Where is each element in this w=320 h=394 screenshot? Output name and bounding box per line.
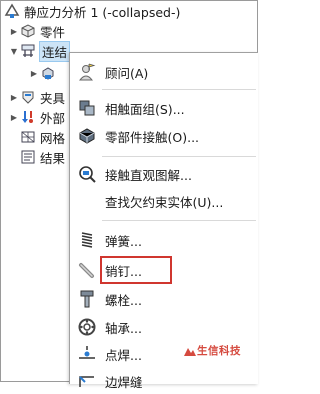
menu-item-bearing[interactable]: 轴承... [70,314,258,340]
edge-weld-icon [76,370,98,392]
component-contact-icon [76,125,98,147]
tree-item-fixtures[interactable]: ▶ 夹具 [9,87,65,107]
connections-icon [19,43,37,59]
tree-item-label: 夹具 [40,90,66,106]
menu-item-label: 接触直观图解... [105,167,192,183]
advisor-icon [76,61,98,83]
expand-arrow-icon[interactable]: ▶ [9,27,19,36]
pin-icon [76,259,98,281]
menu-item-label: 相触面组(S)... [105,101,185,117]
tree-item-label: 网格 [40,130,66,146]
context-menu: 顾问(A) 相触面组(S)... 零部件接触(O)... 接触直观图解... 查… [69,52,258,390]
tree-item-external-loads[interactable]: ▶ 外部 [9,107,65,127]
menu-separator [102,220,256,221]
menu-item-contact-visualization[interactable]: 接触直观图解... [70,161,258,187]
expand-arrow-icon[interactable]: ▶ [9,93,19,102]
menu-item-component-contact[interactable]: 零部件接触(O)... [70,123,258,149]
watermark-text: 生信科技 [197,345,241,357]
tree-item-mesh[interactable]: 网格 [9,127,65,147]
results-icon [19,149,37,165]
menu-separator [102,89,256,90]
menu-item-spring[interactable]: 弹簧... [70,227,258,253]
tree-item-label: 结果 [40,150,66,166]
menu-item-label: 螺栓... [105,292,142,308]
tree-item-label: 外部 [40,110,66,126]
menu-item-label: 查找欠约束实体(U)... [105,194,224,210]
menu-item-label: 零部件接触(O)... [105,129,200,145]
menu-item-label: 点焊... [105,347,142,363]
menu-item-label: 轴承... [105,320,142,336]
external-loads-icon [19,109,37,125]
menu-separator [102,156,256,157]
window-frame: 静应力分析 1 (-collapsed-) ▶ 零件 ▼ 连结 ▶ ▶ 夹具 ▶… [0,0,258,390]
highlight-box [100,256,172,284]
tree-row-study[interactable]: 静应力分析 1 (-collapsed-) [3,1,180,21]
contact-visualization-icon [76,163,98,185]
expand-arrow-icon[interactable]: ▶ [29,69,39,78]
fixtures-icon [19,89,37,105]
watermark-logo-icon [184,347,196,356]
study-icon [3,3,21,19]
spot-weld-icon [76,343,98,365]
menu-item-label: 顾问(A) [105,65,149,81]
menu-item-bolt[interactable]: 螺栓... [70,286,258,312]
menu-item-advisor[interactable]: 顾问(A) [70,59,258,85]
tree-item-results[interactable]: 结果 [9,147,65,167]
component-contact-icon [39,65,57,81]
tree-item-label: 连结 [38,40,71,62]
tree-item-label: 零件 [40,24,66,40]
parts-icon [19,23,37,39]
watermark: 生信科技 [183,343,241,358]
spring-icon [76,229,98,251]
menu-item-contact-sets[interactable]: 相触面组(S)... [70,95,258,121]
tree-item-connections[interactable]: ▼ 连结 [9,40,71,62]
mesh-icon [19,129,37,145]
menu-item-edge-weld[interactable]: 边焊缝 [70,368,258,394]
study-title: 静应力分析 1 (-collapsed-) [24,4,181,20]
expand-arrow-icon[interactable]: ▶ [9,113,19,122]
bearing-icon [76,316,98,338]
tree-subitem-contact[interactable]: ▶ [29,63,60,83]
contact-sets-icon [76,97,98,119]
tree-item-parts[interactable]: ▶ 零件 [9,21,65,41]
menu-item-find-underconstrained[interactable]: 查找欠约束实体(U)... [70,188,258,214]
collapse-arrow-icon[interactable]: ▼ [9,47,19,56]
bolt-icon [76,288,98,310]
menu-item-label: 弹簧... [105,233,142,249]
menu-item-label: 边焊缝 [105,374,143,390]
